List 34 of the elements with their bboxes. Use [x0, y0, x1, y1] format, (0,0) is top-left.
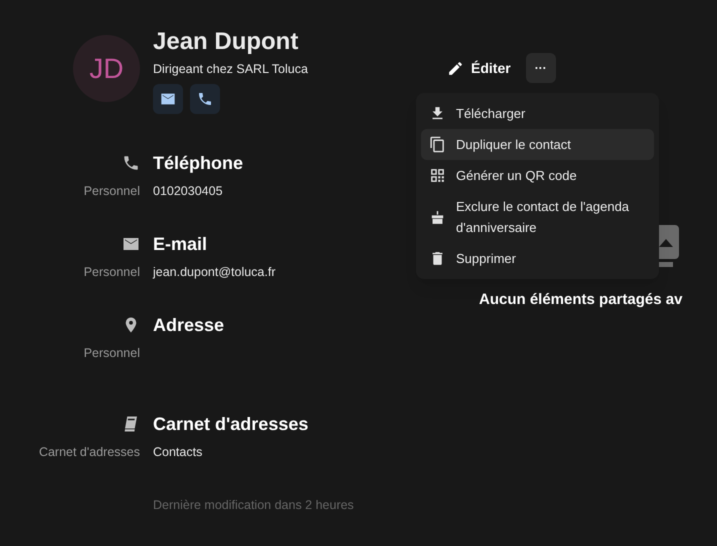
- cake-icon: [429, 208, 446, 226]
- envelope-icon: [160, 91, 176, 107]
- more-button[interactable]: ···: [526, 53, 556, 83]
- menu-item[interactable]: Exclure le contact de l'agenda d'anniversaire: [421, 191, 654, 243]
- copy-icon: [429, 136, 446, 153]
- phone-icon: [197, 91, 213, 107]
- field-value: Contacts: [153, 444, 202, 461]
- email-button[interactable]: [153, 84, 183, 114]
- field-label: Personnel: [82, 345, 140, 362]
- empty-state-message: Aucun éléments partagés av: [479, 290, 684, 310]
- menu-item[interactable]: Dupliquer le contact: [421, 129, 654, 160]
- field-value: 0102030405: [153, 183, 223, 200]
- call-button[interactable]: [190, 84, 220, 114]
- avatar: JD: [73, 35, 140, 102]
- book-icon: [122, 415, 140, 433]
- phone-icon: [122, 154, 140, 172]
- section-heading: E-mail: [153, 233, 208, 256]
- section-heading: Carnet d'adresses: [153, 413, 308, 436]
- edit-button[interactable]: Éditer: [445, 53, 513, 83]
- field-label: Personnel: [82, 264, 140, 281]
- section-heading: Adresse: [153, 314, 224, 337]
- field-label: Carnet d'adresses: [38, 444, 140, 461]
- contact-name: Jean Dupont: [153, 28, 300, 56]
- field-value: jean.dupont@toluca.fr: [153, 264, 276, 281]
- contact-subtitle: Dirigeant chez SARL Toluca: [153, 61, 308, 77]
- menu-item[interactable]: Télécharger: [421, 98, 654, 129]
- menu-item[interactable]: Générer un QR code: [421, 160, 654, 191]
- field-label: Personnel: [82, 183, 140, 200]
- qr-code-icon: [429, 167, 446, 184]
- last-modified-text: Dernière modification dans 2 heures: [153, 497, 355, 514]
- section-heading: Téléphone: [153, 152, 244, 175]
- pencil-icon: [447, 60, 464, 76]
- envelope-icon: [122, 235, 140, 253]
- menu-item[interactable]: Supprimer: [421, 243, 654, 274]
